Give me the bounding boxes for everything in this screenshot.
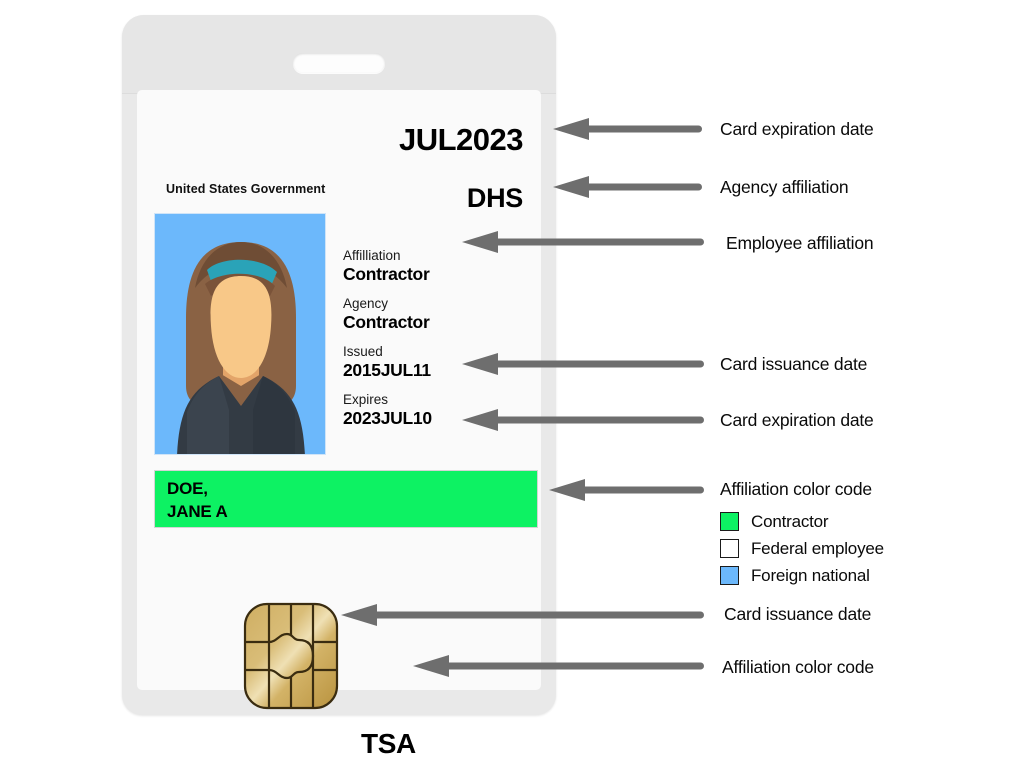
field-agency: Agency Contractor (343, 296, 493, 333)
legend-label: Federal employee (751, 538, 884, 558)
tsa-label: TSA (361, 728, 416, 759)
arrow-chip-issuance-date (341, 604, 708, 626)
arrow-affiliation-color-code (549, 479, 708, 501)
annotation-affiliation-color-code: Affiliation color code (720, 479, 872, 499)
field-value: Contractor (343, 264, 430, 284)
annotation-tsa-color-code: Affiliation color code (722, 657, 874, 677)
chip-graphic (243, 602, 339, 710)
legend-label: Contractor (751, 511, 829, 531)
arrow-card-expiration-field (462, 409, 708, 431)
legend-item-foreign-national: Foreign national (720, 562, 884, 589)
holder-top-strip (122, 15, 556, 94)
card-expiration-large: JUL2023 (398, 122, 524, 157)
arrow-agency-affiliation (553, 176, 706, 198)
id-card: United States Government JUL2023 DHS Aff… (137, 90, 541, 759)
field-affiliation: Affilliation Contractor (343, 248, 493, 285)
arrow-employee-affiliation (462, 231, 708, 253)
annotation-agency-affiliation: Agency affiliation (720, 177, 849, 197)
legend-swatch-federal-employee (720, 539, 739, 558)
affiliation-color-legend: Contractor Federal employee Foreign nati… (720, 508, 884, 589)
field-label: Agency (343, 296, 389, 311)
arrow-card-issuance-date (462, 353, 708, 375)
legend-item-federal-employee: Federal employee (720, 535, 884, 562)
smart-card-chip-icon (243, 602, 339, 710)
name-line-first: JANE A (167, 502, 228, 521)
employee-photo (154, 213, 326, 455)
annotation-employee-affiliation: Employee affiliation (726, 233, 874, 253)
annotation-card-issuance-date: Card issuance date (720, 354, 868, 374)
annotation-chip-issuance-date: Card issuance date (724, 604, 872, 624)
name-line-last: DOE, (167, 479, 208, 498)
field-value: Contractor (343, 312, 430, 332)
arrow-tsa-color-code (413, 655, 708, 677)
legend-label: Foreign national (751, 565, 870, 585)
avatar-illustration (155, 214, 325, 454)
legend-item-contractor: Contractor (720, 508, 884, 535)
lanyard-slot (293, 53, 385, 73)
field-label: Expires (343, 392, 389, 407)
annotation-card-expiration-field: Card expiration date (720, 410, 874, 430)
arrow-card-expiration-top (553, 118, 706, 140)
annotation-card-expiration-top: Card expiration date (720, 119, 874, 139)
agency-affiliation-large: DHS (466, 183, 523, 213)
us-government-label: United States Government (166, 182, 326, 196)
legend-swatch-foreign-national (720, 566, 739, 585)
affiliation-color-bar: DOE, JANE A (154, 470, 538, 528)
legend-swatch-contractor (720, 512, 739, 531)
